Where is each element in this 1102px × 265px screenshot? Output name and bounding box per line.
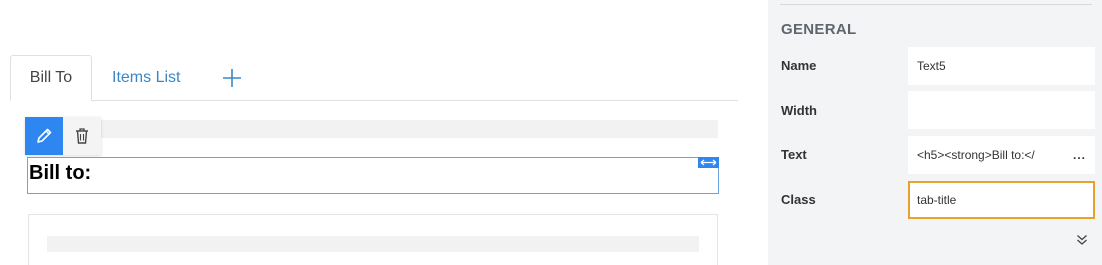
element-toolbar <box>25 117 101 155</box>
double-chevron-down-icon <box>1077 235 1087 245</box>
placeholder-bar <box>47 236 699 252</box>
expand-more-icon[interactable] <box>1074 232 1090 248</box>
divider <box>780 4 1092 5</box>
edit-button[interactable] <box>25 117 63 155</box>
tab-bar: Bill To Items List <box>10 55 738 101</box>
section-title: GENERAL <box>781 21 857 38</box>
class-label: Class <box>781 192 816 207</box>
properties-panel: GENERAL Name Text5 Width Text <h5><stron… <box>768 0 1102 265</box>
width-field[interactable] <box>908 91 1095 129</box>
text-field[interactable]: <h5><strong>Bill to:</ ... <box>908 136 1095 174</box>
width-label: Width <box>781 103 817 118</box>
delete-button[interactable] <box>63 117 101 155</box>
placeholder-bar <box>28 120 718 138</box>
more-options-button[interactable]: ... <box>1073 148 1086 162</box>
bill-to-heading: Bill to: <box>29 162 92 184</box>
name-field[interactable]: Text5 <box>908 47 1095 85</box>
name-value: Text5 <box>917 59 946 73</box>
resize-handle[interactable] <box>698 157 719 168</box>
tab-bill-to-label: Bill To <box>29 69 73 86</box>
design-canvas: Bill To Items List Bill to: <box>0 0 768 265</box>
text-value: <h5><strong>Bill to:</ <box>917 148 1035 162</box>
class-value: tab-title <box>917 193 957 207</box>
name-label: Name <box>781 58 817 73</box>
horizontal-resize-icon <box>700 159 717 166</box>
content-container <box>28 214 718 265</box>
tab-items-list[interactable]: Items List <box>112 55 180 101</box>
plus-icon <box>223 69 241 87</box>
class-field[interactable]: tab-title <box>908 181 1095 219</box>
text-label: Text <box>781 147 807 162</box>
pencil-icon <box>37 128 52 143</box>
trash-icon <box>76 128 88 144</box>
tab-bill-to[interactable]: Bill To <box>10 55 92 101</box>
selected-text-element[interactable]: Bill to: <box>27 157 719 194</box>
add-tab-button[interactable] <box>218 55 246 101</box>
tab-items-list-label: Items List <box>112 69 181 86</box>
